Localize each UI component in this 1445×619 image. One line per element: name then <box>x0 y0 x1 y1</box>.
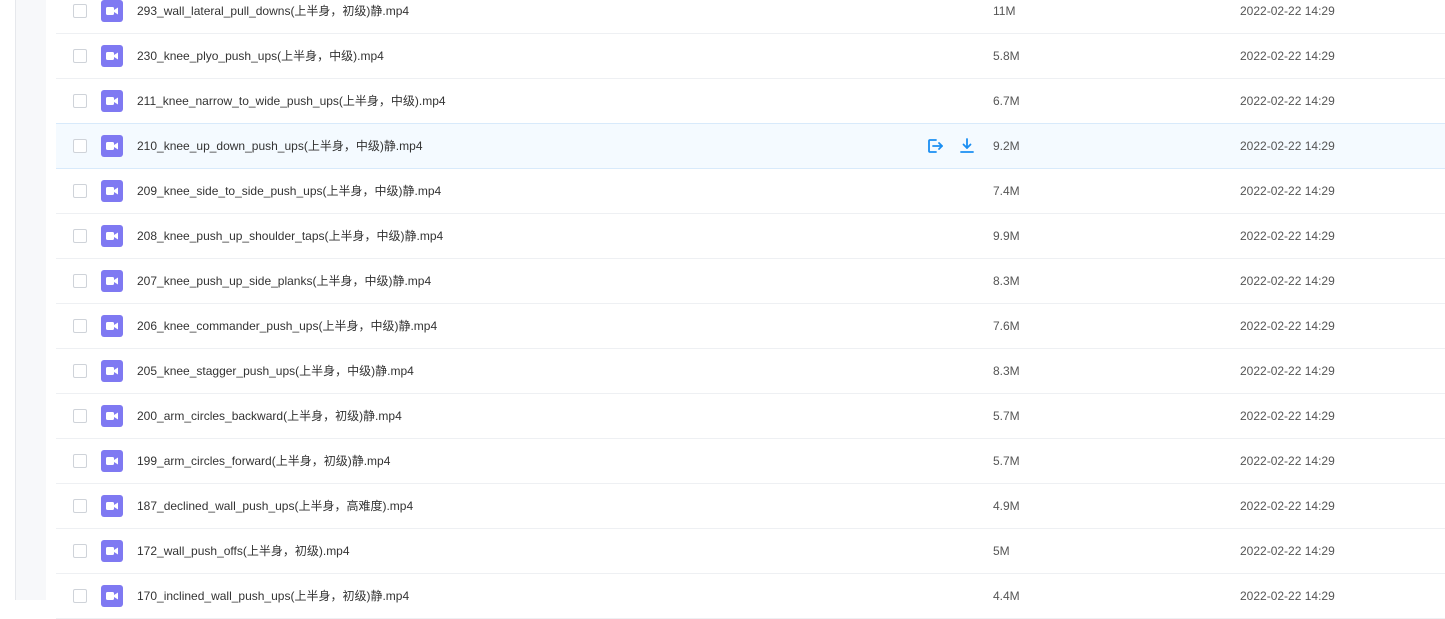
file-name[interactable]: 230_knee_plyo_push_ups(上半身，中级).mp4 <box>137 34 384 78</box>
video-file-icon <box>101 135 123 157</box>
file-name[interactable]: 170_inclined_wall_push_ups(上半身，初级)静.mp4 <box>137 574 409 618</box>
row-checkbox[interactable] <box>73 319 87 333</box>
file-list: 293_wall_lateral_pull_downs(上半身，初级)静.mp4… <box>56 0 1445 619</box>
row-checkbox[interactable] <box>73 499 87 513</box>
file-name[interactable]: 205_knee_stagger_push_ups(上半身，中级)静.mp4 <box>137 349 414 393</box>
video-file-icon <box>101 450 123 472</box>
file-name[interactable]: 293_wall_lateral_pull_downs(上半身，初级)静.mp4 <box>137 0 409 33</box>
file-row[interactable]: 199_arm_circles_forward(上半身，初级)静.mp4 5.7M… <box>56 439 1445 484</box>
row-actions <box>926 137 976 155</box>
row-checkbox[interactable] <box>73 184 87 198</box>
file-date: 2022-02-22 14:29 <box>1240 4 1335 18</box>
row-checkbox[interactable] <box>73 229 87 243</box>
file-name[interactable]: 210_knee_up_down_push_ups(上半身，中级)静.mp4 <box>137 124 423 168</box>
file-row[interactable]: 207_knee_push_up_side_planks(上半身，中级)静.mp… <box>56 259 1445 304</box>
file-row[interactable]: 172_wall_push_offs(上半身，初级).mp4 5M 2022-02-… <box>56 529 1445 574</box>
file-size: 11M <box>993 4 1016 18</box>
file-row[interactable]: 187_declined_wall_push_ups(上半身，高难度).mp4 4… <box>56 484 1445 529</box>
file-name[interactable]: 187_declined_wall_push_ups(上半身，高难度).mp4 <box>137 484 413 528</box>
file-row[interactable]: 205_knee_stagger_push_ups(上半身，中级)静.mp4 8.… <box>56 349 1445 394</box>
file-row[interactable]: 206_knee_commander_push_ups(上半身，中级)静.mp4… <box>56 304 1445 349</box>
file-name[interactable]: 211_knee_narrow_to_wide_push_ups(上半身，中级)… <box>137 79 446 123</box>
file-size: 7.6M <box>993 319 1020 333</box>
video-file-icon <box>101 270 123 292</box>
video-file-icon <box>101 225 123 247</box>
left-panel-strip <box>15 0 46 600</box>
row-checkbox[interactable] <box>73 274 87 288</box>
file-date: 2022-02-22 14:29 <box>1240 409 1335 423</box>
file-date: 2022-02-22 14:29 <box>1240 139 1335 153</box>
row-checkbox[interactable] <box>73 589 87 603</box>
file-row[interactable]: 170_inclined_wall_push_ups(上半身，初级)静.mp4 4… <box>56 574 1445 619</box>
file-row[interactable]: 230_knee_plyo_push_ups(上半身，中级).mp4 5.8M 20… <box>56 34 1445 79</box>
file-size: 5.8M <box>993 49 1020 63</box>
file-date: 2022-02-22 14:29 <box>1240 499 1335 513</box>
row-checkbox[interactable] <box>73 364 87 378</box>
left-gutter <box>0 0 15 600</box>
file-size: 5.7M <box>993 409 1020 423</box>
file-name[interactable]: 199_arm_circles_forward(上半身，初级)静.mp4 <box>137 439 390 483</box>
file-date: 2022-02-22 14:29 <box>1240 454 1335 468</box>
video-file-icon <box>101 0 123 22</box>
file-name[interactable]: 206_knee_commander_push_ups(上半身，中级)静.mp4 <box>137 304 437 348</box>
video-file-icon <box>101 45 123 67</box>
file-size: 7.4M <box>993 184 1020 198</box>
file-row[interactable]: 209_knee_side_to_side_push_ups(上半身，中级)静.… <box>56 169 1445 214</box>
file-row[interactable]: 200_arm_circles_backward(上半身，初级)静.mp4 5.7… <box>56 394 1445 439</box>
file-name[interactable]: 209_knee_side_to_side_push_ups(上半身，中级)静.… <box>137 169 441 213</box>
file-date: 2022-02-22 14:29 <box>1240 274 1335 288</box>
file-size: 5M <box>993 544 1010 558</box>
file-name[interactable]: 208_knee_push_up_shoulder_taps(上半身，中级)静.… <box>137 214 443 258</box>
row-checkbox[interactable] <box>73 139 87 153</box>
file-row[interactable]: 211_knee_narrow_to_wide_push_ups(上半身，中级)… <box>56 79 1445 124</box>
row-checkbox[interactable] <box>73 409 87 423</box>
download-icon[interactable] <box>958 137 976 155</box>
file-size: 4.4M <box>993 589 1020 603</box>
file-date: 2022-02-22 14:29 <box>1240 184 1335 198</box>
file-size: 4.9M <box>993 499 1020 513</box>
video-file-icon <box>101 180 123 202</box>
row-checkbox[interactable] <box>73 94 87 108</box>
video-file-icon <box>101 90 123 112</box>
video-file-icon <box>101 540 123 562</box>
file-size: 6.7M <box>993 94 1020 108</box>
file-name[interactable]: 207_knee_push_up_side_planks(上半身，中级)静.mp… <box>137 259 431 303</box>
file-date: 2022-02-22 14:29 <box>1240 229 1335 243</box>
video-file-icon <box>101 585 123 607</box>
file-date: 2022-02-22 14:29 <box>1240 94 1335 108</box>
file-name[interactable]: 172_wall_push_offs(上半身，初级).mp4 <box>137 529 350 573</box>
file-date: 2022-02-22 14:29 <box>1240 49 1335 63</box>
row-checkbox[interactable] <box>73 544 87 558</box>
file-date: 2022-02-22 14:29 <box>1240 589 1335 603</box>
file-size: 9.9M <box>993 229 1020 243</box>
file-date: 2022-02-22 14:29 <box>1240 364 1335 378</box>
video-file-icon <box>101 315 123 337</box>
file-size: 8.3M <box>993 364 1020 378</box>
share-exit-icon[interactable] <box>926 137 944 155</box>
video-file-icon <box>101 495 123 517</box>
file-row[interactable]: 208_knee_push_up_shoulder_taps(上半身，中级)静.… <box>56 214 1445 259</box>
row-checkbox[interactable] <box>73 454 87 468</box>
file-size: 8.3M <box>993 274 1020 288</box>
row-checkbox[interactable] <box>73 49 87 63</box>
video-file-icon <box>101 405 123 427</box>
file-size: 9.2M <box>993 139 1020 153</box>
file-date: 2022-02-22 14:29 <box>1240 319 1335 333</box>
video-file-icon <box>101 360 123 382</box>
file-name[interactable]: 200_arm_circles_backward(上半身，初级)静.mp4 <box>137 394 402 438</box>
file-row[interactable]: 210_knee_up_down_push_ups(上半身，中级)静.mp4 9.… <box>56 123 1445 169</box>
file-size: 5.7M <box>993 454 1020 468</box>
file-date: 2022-02-22 14:29 <box>1240 544 1335 558</box>
file-row[interactable]: 293_wall_lateral_pull_downs(上半身，初级)静.mp4… <box>56 0 1445 34</box>
row-checkbox[interactable] <box>73 4 87 18</box>
